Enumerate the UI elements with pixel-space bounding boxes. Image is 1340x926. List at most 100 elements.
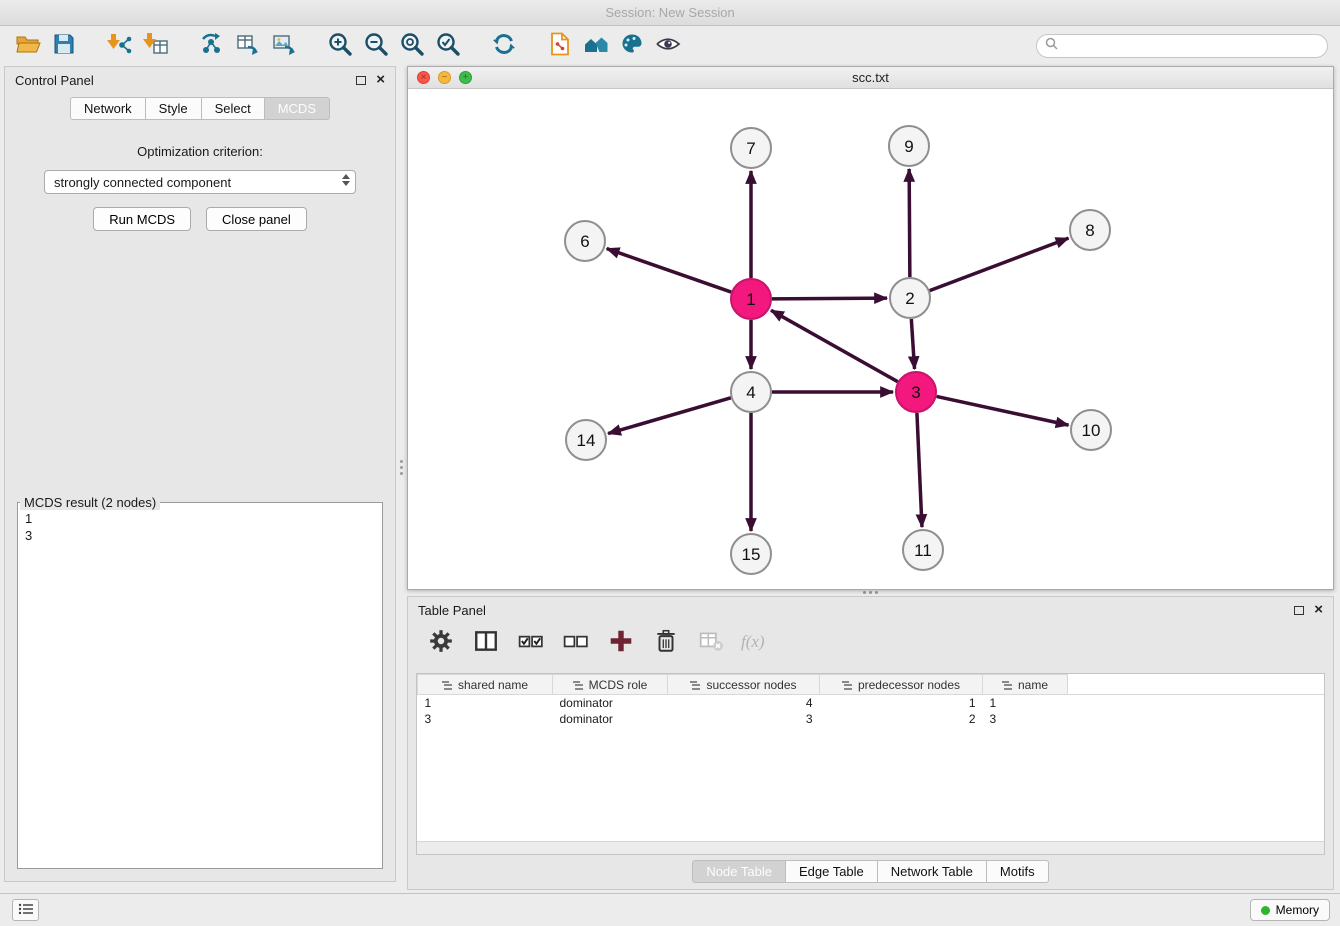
zoom-in-button[interactable] xyxy=(322,30,358,62)
style-button[interactable] xyxy=(614,30,650,62)
close-table-panel-icon[interactable]: × xyxy=(1314,603,1323,617)
mcds-result-title: MCDS result (2 nodes) xyxy=(20,495,160,510)
search-input[interactable] xyxy=(1063,39,1319,54)
network-canvas[interactable]: 7968124314101511 xyxy=(408,89,1333,589)
table-row[interactable]: 1dominator411 xyxy=(418,695,1325,711)
unselect-all-columns-button[interactable] xyxy=(561,627,591,657)
tab-style[interactable]: Style xyxy=(146,97,202,120)
cell-successor-nodes[interactable]: 4 xyxy=(668,695,820,711)
memory-button[interactable]: Memory xyxy=(1250,899,1330,921)
plus-icon xyxy=(608,628,634,657)
tab-node-table[interactable]: Node Table xyxy=(692,860,786,883)
column-sort-icon xyxy=(442,681,452,690)
network-window-titlebar[interactable]: × − + scc.txt xyxy=(408,67,1333,89)
optimization-criterion-label: Optimization criterion: xyxy=(5,144,395,159)
mcds-result-item[interactable]: 1 xyxy=(18,510,382,527)
graph-edge-4-14[interactable] xyxy=(608,398,731,434)
zoom-in-icon xyxy=(327,31,353,60)
cell-predecessor-nodes[interactable]: 2 xyxy=(820,711,983,727)
zoom-out-icon xyxy=(363,31,389,60)
apply-layout-button[interactable] xyxy=(486,30,522,62)
float-panel-icon[interactable] xyxy=(356,76,366,85)
mcds-result-box: MCDS result (2 nodes) 13 xyxy=(17,495,383,869)
mcds-result-item[interactable]: 3 xyxy=(18,527,382,544)
cell-shared-name[interactable]: 1 xyxy=(418,695,553,711)
export-image-button[interactable] xyxy=(266,30,302,62)
graph-node-label: 6 xyxy=(580,232,589,251)
delete-table-button[interactable] xyxy=(696,627,726,657)
create-column-button[interactable] xyxy=(606,627,636,657)
function-builder-icon: f(x) xyxy=(741,632,765,652)
window-title: Session: New Session xyxy=(605,5,734,20)
cell-name[interactable]: 1 xyxy=(983,695,1068,711)
memory-label: Memory xyxy=(1276,903,1319,917)
search-icon xyxy=(1045,37,1058,55)
graph-edge-2-3[interactable] xyxy=(911,319,914,369)
trash-icon xyxy=(653,628,679,657)
zoom-out-button[interactable] xyxy=(358,30,394,62)
graph-node-label: 8 xyxy=(1085,221,1094,240)
float-table-panel-icon[interactable] xyxy=(1294,606,1304,615)
graph-edge-1-2[interactable] xyxy=(772,298,887,299)
close-panel-button[interactable]: Close panel xyxy=(206,207,307,231)
search-box[interactable] xyxy=(1036,34,1328,58)
tab-mcds[interactable]: MCDS xyxy=(265,97,330,120)
graph-edge-1-6[interactable] xyxy=(607,249,731,292)
graph-edge-3-10[interactable] xyxy=(937,396,1069,425)
table-row[interactable]: 3dominator323 xyxy=(418,711,1325,727)
zoom-selected-button[interactable] xyxy=(430,30,466,62)
run-mcds-button[interactable]: Run MCDS xyxy=(93,207,191,231)
window-maximize-icon[interactable]: + xyxy=(459,71,472,84)
cell-predecessor-nodes[interactable]: 1 xyxy=(820,695,983,711)
tab-edge-table[interactable]: Edge Table xyxy=(786,860,878,883)
mcds-result-list: 13 xyxy=(18,510,382,544)
show-hide-button[interactable] xyxy=(650,30,686,62)
window-minimize-icon[interactable]: − xyxy=(438,71,451,84)
cell-mcds-role[interactable]: dominator xyxy=(553,695,668,711)
column-header-mcds-role[interactable]: MCDS role xyxy=(553,675,668,695)
network-document-button[interactable] xyxy=(542,30,578,62)
cell-mcds-role[interactable]: dominator xyxy=(553,711,668,727)
table-settings-button[interactable] xyxy=(426,627,456,657)
graph-node-label: 4 xyxy=(746,383,755,402)
graph-edge-3-11[interactable] xyxy=(917,413,922,527)
tab-network-table[interactable]: Network Table xyxy=(878,860,987,883)
graph-edge-3-1[interactable] xyxy=(771,310,898,381)
criterion-dropdown[interactable]: strongly connected component xyxy=(44,170,356,194)
window-titlebar[interactable]: Session: New Session xyxy=(0,0,1340,26)
tab-motifs[interactable]: Motifs xyxy=(987,860,1049,883)
close-panel-icon[interactable]: × xyxy=(376,73,385,87)
import-table-button[interactable] xyxy=(138,30,174,62)
new-network-button[interactable] xyxy=(194,30,230,62)
column-header-predecessor-nodes[interactable]: predecessor nodes xyxy=(820,675,983,695)
home-button[interactable] xyxy=(578,30,614,62)
style-palette-icon xyxy=(619,31,645,60)
network-document-icon xyxy=(547,31,573,60)
window-close-icon[interactable]: × xyxy=(417,71,430,84)
column-header-shared-name[interactable]: shared name xyxy=(418,675,553,695)
open-session-button[interactable] xyxy=(10,30,46,62)
graph-edge-2-8[interactable] xyxy=(930,238,1069,290)
select-all-columns-button[interactable] xyxy=(516,627,546,657)
import-network-button[interactable] xyxy=(102,30,138,62)
cell-successor-nodes[interactable]: 3 xyxy=(668,711,820,727)
delete-column-button[interactable] xyxy=(651,627,681,657)
task-history-button[interactable] xyxy=(12,899,39,921)
zoom-fit-button[interactable] xyxy=(394,30,430,62)
horizontal-splitter-handle[interactable] xyxy=(858,590,882,595)
show-columns-button[interactable] xyxy=(471,627,501,657)
vertical-splitter-handle[interactable] xyxy=(399,460,404,482)
export-table-button[interactable] xyxy=(230,30,266,62)
graph-edge-2-9[interactable] xyxy=(909,169,910,277)
tab-network[interactable]: Network xyxy=(70,97,146,120)
column-header-successor-nodes[interactable]: successor nodes xyxy=(668,675,820,695)
horizontal-scrollbar[interactable] xyxy=(417,841,1324,854)
cell-name[interactable]: 3 xyxy=(983,711,1068,727)
save-session-button[interactable] xyxy=(46,30,82,62)
column-header-name[interactable]: name xyxy=(983,675,1068,695)
cell-filler xyxy=(1068,695,1325,711)
network-window-title: scc.txt xyxy=(852,70,889,85)
tab-select[interactable]: Select xyxy=(202,97,265,120)
cell-shared-name[interactable]: 3 xyxy=(418,711,553,727)
network-view-window: × − + scc.txt 7968124314101511 xyxy=(407,66,1334,590)
